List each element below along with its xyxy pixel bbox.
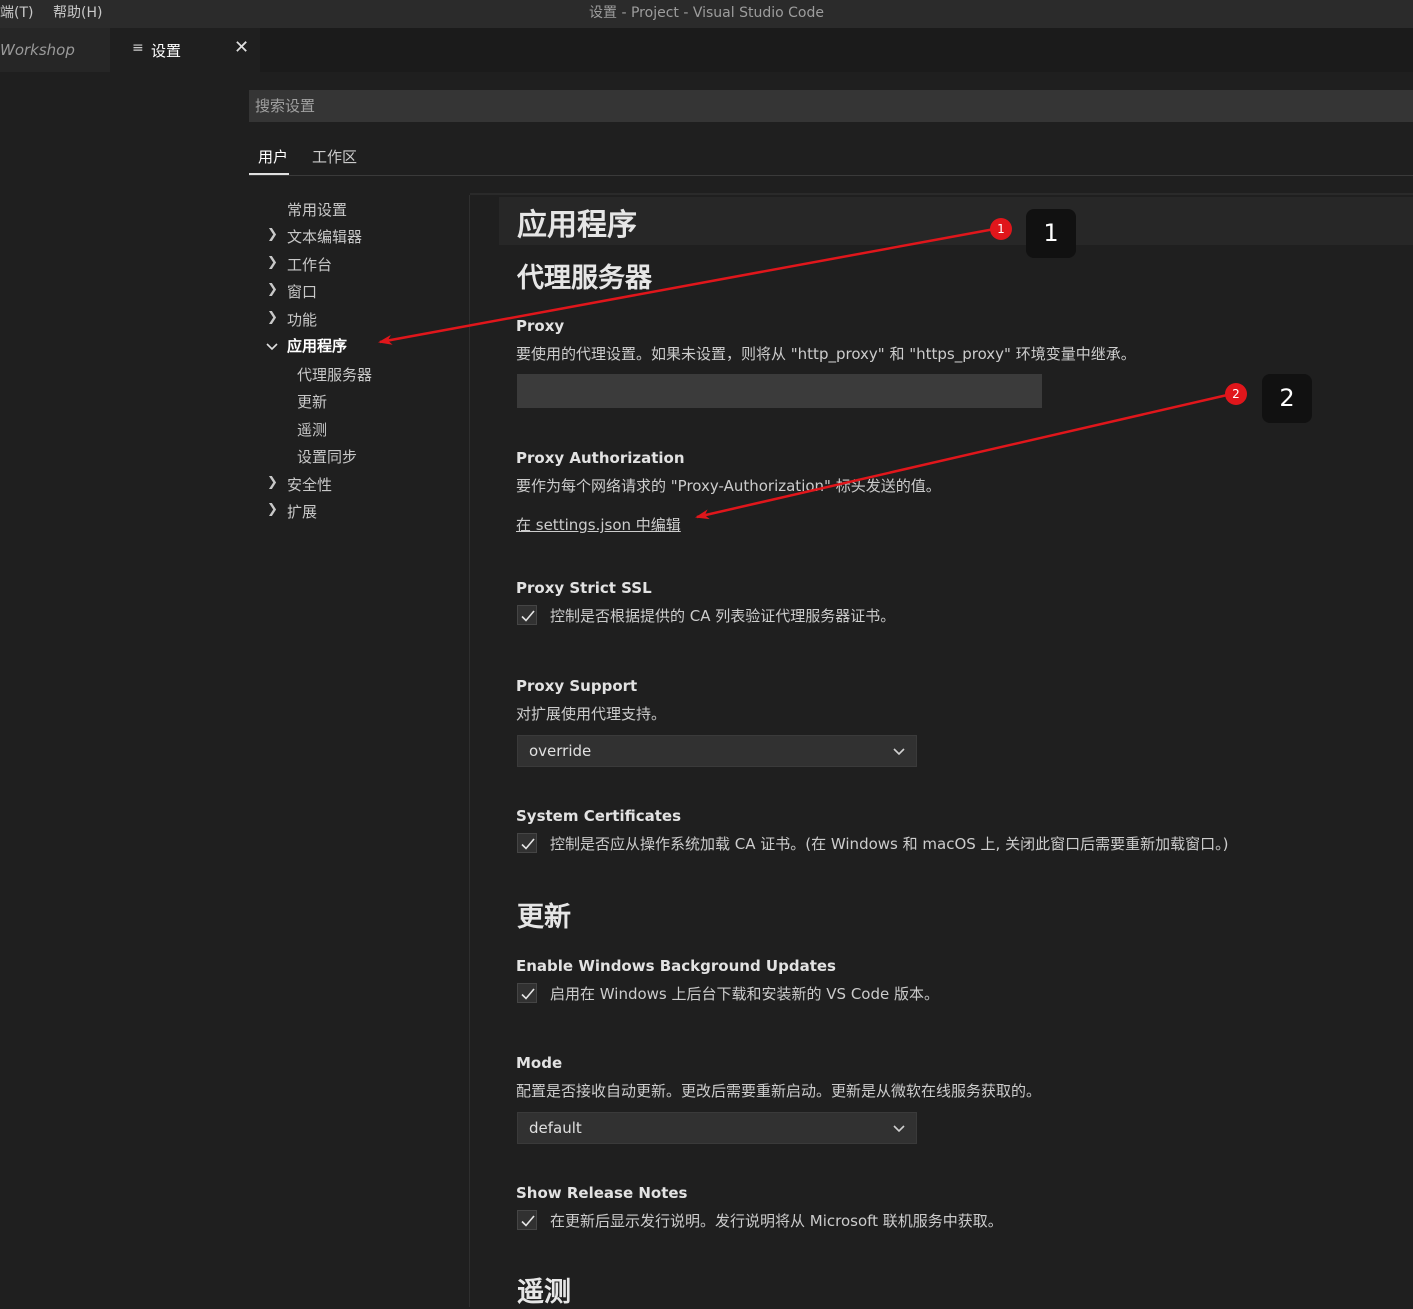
annotation-arrow-1 — [378, 226, 1001, 345]
annotation-callout-1: 1 — [1026, 209, 1076, 258]
annotation-callout-2: 2 — [1262, 374, 1312, 423]
annotation-badge-2: 2 — [1225, 383, 1247, 405]
annotation-arrows — [378, 226, 1237, 520]
annotation-badge-1: 1 — [990, 218, 1012, 240]
annotation-arrow-2 — [695, 391, 1237, 520]
